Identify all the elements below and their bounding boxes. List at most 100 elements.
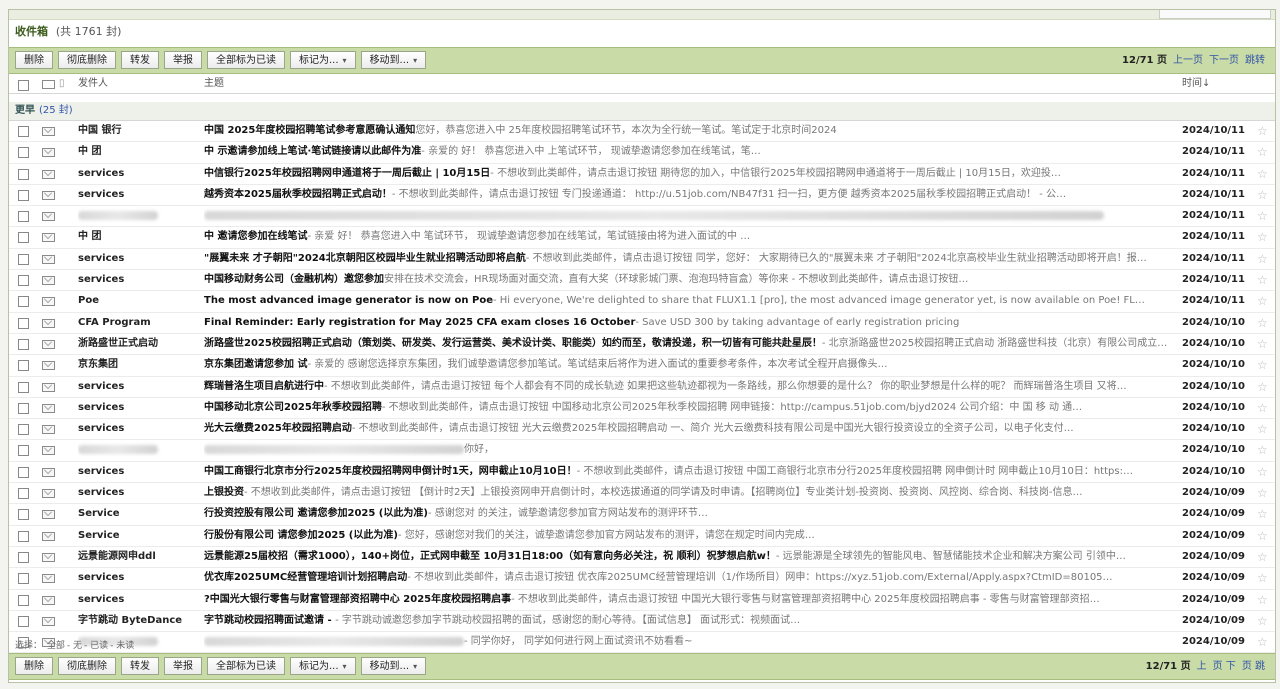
select-none-link[interactable]: 无 (73, 641, 82, 651)
row-checkbox[interactable] (18, 360, 29, 372)
email-sender[interactable]: services (78, 398, 196, 418)
star-icon[interactable]: ☆ (1257, 462, 1268, 482)
star-icon[interactable]: ☆ (1257, 526, 1268, 546)
move-to-dropdown[interactable]: 移动到... ▾ (360, 657, 427, 675)
email-row[interactable]: services 中信银行2025年校园招聘网申通道将于一周后截止 | 10月15… (9, 164, 1275, 185)
email-subject-cell[interactable]: 越秀资本2025届秋季校园招聘正式启动！- 不想收到此类邮件，请点击退订按钮 专… (204, 185, 1169, 205)
email-subject-cell[interactable]: 辉瑞普洛生项目启航进行中- 不想收到此类邮件，请点击退订按钮 每个人都会有不同的… (204, 377, 1169, 397)
column-sender[interactable]: 发件人 (78, 75, 108, 93)
email-subject[interactable]: 中国 2025年度校园招聘笔试参考意愿确认通知 (204, 125, 415, 136)
star-icon[interactable]: ☆ (1257, 419, 1268, 439)
email-row[interactable]: services 中国移动北京公司2025年秋季校园招聘- 不想收到此类邮件，请点… (9, 398, 1275, 420)
group-count[interactable]: (25 封) (39, 105, 73, 116)
move-to-dropdown[interactable]: 移动到... ▾ (360, 51, 427, 69)
select-all-link[interactable]: 全部 (47, 641, 65, 651)
email-subject[interactable]: 中国移动北京公司2025年秋季校园招聘 (204, 402, 382, 413)
row-checkbox[interactable] (18, 402, 29, 414)
star-icon[interactable]: ☆ (1257, 590, 1268, 610)
email-sender[interactable]: 字节跳动 ByteDance (78, 611, 196, 631)
email-subject-cell[interactable]: 字节跳动校园招聘面试邀请 - - 字节跳动诚邀您参加字节跳动校园招聘的面试，感谢… (204, 611, 1169, 631)
email-row[interactable]: services 中国工商银行北京市分行2025年度校园招聘网申倒计时1天，网申截… (9, 462, 1275, 484)
row-checkbox[interactable] (18, 615, 29, 627)
email-subject[interactable]: 优衣库2025UMC经营管理培训计划招聘启动 (204, 572, 407, 583)
row-checkbox[interactable] (18, 381, 29, 393)
email-row[interactable]: CFA Program Final Reminder: Early registr… (9, 313, 1275, 334)
star-icon[interactable]: ☆ (1257, 313, 1268, 333)
jump-page-link[interactable]: 页 跳 (1242, 654, 1265, 679)
mark-as-dropdown[interactable]: 标记为... ▾ (290, 51, 356, 69)
email-sender[interactable]: services (78, 568, 196, 588)
email-sender[interactable]: services (78, 419, 196, 439)
row-checkbox[interactable] (18, 296, 29, 308)
star-icon[interactable]: ☆ (1257, 185, 1268, 205)
star-icon[interactable]: ☆ (1257, 611, 1268, 631)
star-icon[interactable]: ☆ (1257, 504, 1268, 524)
email-sender[interactable]: 中 团 (78, 142, 196, 162)
email-subject[interactable]: 越秀资本2025届秋季校园招聘正式启动！ (204, 189, 392, 200)
row-checkbox[interactable] (18, 530, 29, 542)
row-checkbox[interactable] (18, 211, 29, 223)
email-sender[interactable]: 中 团 (78, 227, 196, 247)
email-row[interactable]: services 光大云缴费2025年校园招聘启动- 不想收到此类邮件，请点击退订… (9, 419, 1275, 441)
email-sender[interactable]: services (78, 164, 196, 184)
email-subject[interactable]: 中 示邀请参加线上笔试·笔试链接请以此邮件为准 (204, 146, 421, 157)
email-sender[interactable]: Service (78, 526, 196, 546)
email-subject[interactable]: "展翼未来 才子朝阳"2024北京朝阳区校园毕业生就业招聘活动即将启航 (204, 253, 526, 264)
email-row[interactable]: 京东集团 京东集团邀请您参加 试- 亲爱的 感谢您选择京东集团，我们诚挚邀请您参加… (9, 355, 1275, 377)
email-subject-cell[interactable]: 中国移动北京公司2025年秋季校园招聘- 不想收到此类邮件，请点击退订按钮 中国… (204, 398, 1169, 418)
email-subject[interactable] (204, 444, 464, 455)
star-icon[interactable]: ☆ (1257, 291, 1268, 311)
row-checkbox[interactable] (18, 573, 29, 585)
row-checkbox[interactable] (18, 168, 29, 180)
star-icon[interactable]: ☆ (1257, 249, 1268, 269)
delete-permanently-button[interactable]: 彻底删除 (58, 51, 116, 69)
search-box[interactable] (1159, 10, 1271, 19)
email-sender[interactable]: services (78, 377, 196, 397)
email-subject[interactable]: 行股份有限公司 请您参加2025 (以此为准) (204, 530, 398, 541)
email-sender[interactable] (78, 440, 196, 460)
email-sender[interactable]: services (78, 249, 196, 269)
email-subject[interactable]: 光大云缴费2025年校园招聘启动 (204, 423, 352, 434)
email-subject[interactable]: 浙路盛世2025校园招聘正式启动（策划类、研发类、发行运营类、美术设计类、职能类… (204, 338, 822, 349)
email-row[interactable]: 中国 银行 中国 2025年度校园招聘笔试参考意愿确认通知您好，恭喜您进入中 25… (9, 121, 1275, 143)
email-subject[interactable]: 京东集团邀请您参加 试 (204, 359, 307, 370)
star-icon[interactable]: ☆ (1257, 377, 1268, 397)
row-checkbox[interactable] (18, 317, 29, 329)
email-subject-cell[interactable]: 中国 2025年度校园招聘笔试参考意愿确认通知您好，恭喜您进入中 25年度校园招… (204, 121, 1169, 141)
email-sender[interactable]: services (78, 270, 196, 290)
select-unread-link[interactable]: 未读 (116, 641, 134, 651)
email-row[interactable]: Service 行投资控股有限公司 邀请您参加2025 (以此为准)- 感谢您对 … (9, 504, 1275, 526)
email-row[interactable]: services 越秀资本2025届秋季校园招聘正式启动！- 不想收到此类邮件，请… (9, 185, 1275, 207)
select-read-link[interactable]: 已读 (90, 641, 108, 651)
email-subject-cell[interactable]: 中 示邀请参加线上笔试·笔试链接请以此邮件为准- 亲爱的 好！ 恭喜您进入中 上… (204, 142, 1169, 162)
email-row[interactable]: services 上银投资- 不想收到此类邮件，请点击退订按钮 【倒计时2天】上银… (9, 483, 1275, 505)
email-subject-cell[interactable]: 中 邀请您参加在线笔试- 亲爱 好！ 恭喜您进入中 笔试环节， 现诚挚邀请您参加… (204, 227, 1169, 247)
star-icon[interactable]: ☆ (1257, 398, 1268, 418)
star-icon[interactable]: ☆ (1257, 270, 1268, 290)
email-subject-cell[interactable]: 优衣库2025UMC经营管理培训计划招聘启动- 不想收到此类邮件，请点击退订按钮… (204, 568, 1169, 588)
email-subject-cell[interactable]: Final Reminder: Early registration for M… (204, 313, 1169, 333)
row-checkbox[interactable] (18, 551, 29, 563)
email-row[interactable]: Poe The most advanced image generator is … (9, 291, 1275, 313)
email-sender[interactable]: 浙路盛世正式启动 (78, 334, 196, 354)
email-sender[interactable]: services (78, 590, 196, 610)
email-row[interactable]: 2024/10/11 ☆ (9, 206, 1275, 228)
report-button[interactable]: 举报 (164, 657, 202, 675)
email-row[interactable]: Service 行股份有限公司 请您参加2025 (以此为准)- 您好，感谢您对我… (9, 526, 1275, 547)
email-row[interactable]: services 辉瑞普洛生项目启航进行中- 不想收到此类邮件，请点击退订按钮 每… (9, 377, 1275, 398)
email-sender[interactable]: 中国 银行 (78, 121, 196, 141)
row-checkbox[interactable] (18, 189, 29, 201)
email-subject-cell[interactable]: 你好， (204, 440, 1169, 460)
star-icon[interactable]: ☆ (1257, 227, 1268, 247)
email-subject-cell[interactable]: 行投资控股有限公司 邀请您参加2025 (以此为准)- 感谢您对 的关注，诚挚邀… (204, 504, 1169, 524)
row-checkbox[interactable] (18, 424, 29, 436)
email-row[interactable]: 你好， 2024/10/10 ☆ (9, 440, 1275, 462)
email-row[interactable]: services 中国移动财务公司（金融机构）邀您参加安排在技术交流会，HR现场面… (9, 270, 1275, 292)
email-row[interactable]: services ?中国光大银行零售与财富管理部资招聘中心 2025年度校园招聘启… (9, 590, 1275, 611)
select-all-checkbox[interactable] (18, 80, 29, 91)
email-subject-cell[interactable]: 光大云缴费2025年校园招聘启动- 不想收到此类邮件，请点击退订按钮 光大云缴费… (204, 419, 1169, 439)
email-row[interactable]: 远景能源网申ddl 远景能源25届校招（需求1000），140+岗位，正式网申截至… (9, 547, 1275, 569)
email-sender[interactable]: 远景能源网申ddl (78, 547, 196, 567)
email-sender[interactable] (78, 206, 196, 226)
report-button[interactable]: 举报 (164, 51, 202, 69)
